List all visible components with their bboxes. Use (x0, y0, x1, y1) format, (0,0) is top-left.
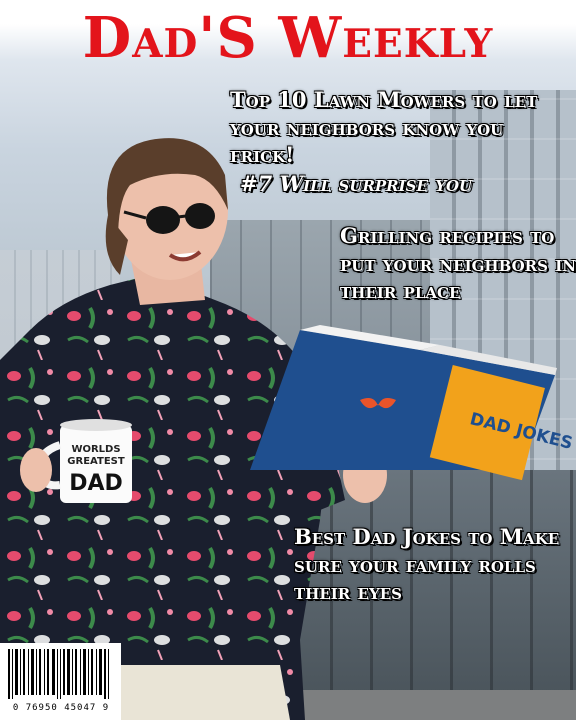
mug-text-line2: GREATEST (67, 456, 125, 467)
barcode-number: 0 76950 45047 9 (12, 703, 110, 713)
magazine-cover: DAD JOKES WORLDS GREATEST DAD Dad'S Week… (0, 0, 576, 720)
barcode-bars (8, 649, 109, 699)
headline-lawn-mowers: Top 10 Lawn Mowers to let your neighbors… (230, 87, 538, 168)
mug-text-line3: DAD (69, 471, 123, 496)
barcode: 0 76950 45047 9 (0, 643, 121, 720)
masthead-title: Dad'S Weekly (82, 5, 494, 71)
headline-dad-jokes: Best Dad Jokes to Make sure your family … (294, 524, 560, 605)
headline-surprise: #7 Will surprise you (240, 171, 473, 196)
mug-text-line1: WORLDS (71, 444, 120, 455)
headline-grilling: Grilling recipies to put your neighbors … (340, 223, 576, 304)
